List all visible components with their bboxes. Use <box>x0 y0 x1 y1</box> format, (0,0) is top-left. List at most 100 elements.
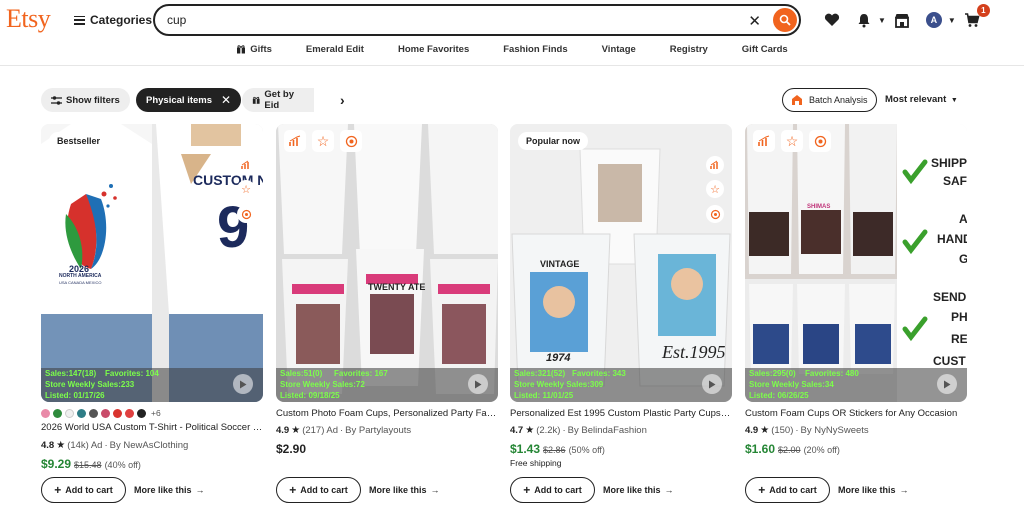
more-like-this-link[interactable]: More like this → <box>603 485 674 495</box>
sort-dropdown[interactable]: Most relevant ▼ <box>885 94 958 105</box>
sales-trend-button[interactable] <box>284 130 306 152</box>
product-card[interactable]: 2026 NORTH AMERICA USA CANADA MEXICO CUS… <box>41 124 263 510</box>
price-line: $9.29 $15.48 (40% off) <box>41 457 141 471</box>
discount: (40% off) <box>104 460 141 470</box>
product-title[interactable]: Custom Photo Foam Cups, Personalized Par… <box>276 408 498 419</box>
nav-label: Gifts <box>250 44 272 55</box>
product-image[interactable]: TWENTY ATE ☆ Sales:51(0) Favorites: 167 … <box>276 124 498 402</box>
trend-chart-icon <box>758 135 770 146</box>
nav-label: Vintage <box>601 44 636 55</box>
nav-fashion-finds[interactable]: Fashion Finds <box>486 40 584 65</box>
nav-label: Emerald Edit <box>305 44 364 55</box>
arrow-right-icon: → <box>664 485 674 495</box>
sales-trend-button[interactable] <box>706 156 724 174</box>
play-video-icon[interactable] <box>233 374 253 394</box>
favorites-heart-icon[interactable] <box>820 8 844 32</box>
shop-name[interactable]: By NyNySweets <box>801 425 869 436</box>
top-bar: Etsy Categories ✕ ▼ A ▼ 1 <box>0 0 1024 40</box>
target-button[interactable] <box>706 205 724 223</box>
swatch-black[interactable] <box>137 408 146 418</box>
image-text: VINTAGE <box>540 259 580 269</box>
more-like-this-link[interactable]: More like this → <box>134 485 205 495</box>
add-to-cart-label: Add to cart <box>65 485 113 495</box>
product-title[interactable]: Custom Foam Cups OR Stickers for Any Occ… <box>745 408 967 419</box>
sales-trend-button[interactable] <box>753 130 775 152</box>
more-like-this-link[interactable]: More like this → <box>369 485 440 495</box>
shop-name[interactable]: By Partylayouts <box>345 425 411 436</box>
more-like-this-link[interactable]: More like this → <box>838 485 909 495</box>
image-text: HAND <box>937 232 967 246</box>
separator: · <box>340 425 344 436</box>
sort-label: Most relevant <box>885 94 947 105</box>
sales-stat: Sales:295(0) <box>749 369 796 378</box>
swatch-green[interactable] <box>53 408 62 418</box>
target-icon <box>710 209 720 219</box>
play-video-icon[interactable] <box>702 374 722 394</box>
star-icon: ★ <box>56 440 66 451</box>
cart-button[interactable]: 1 <box>960 4 990 32</box>
shop-manager-icon[interactable] <box>890 8 914 32</box>
chevron-down-icon[interactable]: ▼ <box>948 16 956 25</box>
favorite-star-button[interactable]: ☆ <box>237 180 255 198</box>
product-title[interactable]: 2026 World USA Custom T-Shirt - Politica… <box>41 422 263 433</box>
play-video-icon[interactable] <box>468 374 488 394</box>
target-button[interactable] <box>237 205 255 223</box>
swatch-teal[interactable] <box>77 408 86 418</box>
favorites-stat: Favorites: 167 <box>334 369 388 378</box>
add-to-cart-button[interactable]: + Add to cart <box>510 477 595 503</box>
shop-name[interactable]: By NewAsClothing <box>110 440 189 451</box>
swatch-red[interactable] <box>113 408 122 418</box>
physical-items-chip[interactable]: Physical items ✕ <box>136 88 242 112</box>
product-card[interactable]: TWENTY ATE ☆ Sales:51(0) Favorites: 167 … <box>276 124 498 510</box>
sale-price: $1.60 <box>745 442 776 456</box>
account-avatar[interactable]: A <box>922 8 946 32</box>
nav-vintage[interactable]: Vintage <box>585 40 653 65</box>
get-by-eid-chip[interactable]: Get by Eid <box>242 88 314 112</box>
favorite-star-button[interactable]: ☆ <box>706 180 724 198</box>
product-image[interactable]: VINTAGE 1974 Est.1995 Popular now ☆ Sale… <box>510 124 732 402</box>
target-button[interactable] <box>809 130 831 152</box>
search-input[interactable] <box>167 13 727 27</box>
nav-registry[interactable]: Registry <box>653 40 725 65</box>
swatch-red-2[interactable] <box>125 408 134 418</box>
swatch-white[interactable] <box>65 408 74 418</box>
chevron-down-icon[interactable]: ▼ <box>878 16 886 25</box>
favorite-star-button[interactable]: ☆ <box>312 130 334 152</box>
product-card[interactable]: VINTAGE 1974 Est.1995 Popular now ☆ Sale… <box>510 124 732 510</box>
rating-value: 4.8 <box>41 440 55 451</box>
product-image[interactable]: SHIPP SAFE A HAND G SEND PH RE CUST SHIM… <box>745 124 967 402</box>
swatch-rose[interactable] <box>101 408 110 418</box>
target-button[interactable] <box>340 130 362 152</box>
product-title[interactable]: Personalized Est 1995 Custom Plastic Par… <box>510 408 732 419</box>
nav-gift-cards[interactable]: Gift Cards <box>725 40 805 65</box>
product-card[interactable]: SHIPP SAFE A HAND G SEND PH RE CUST SHIM… <box>745 124 967 510</box>
categories-button[interactable]: Categories <box>74 10 152 30</box>
batch-analysis-button[interactable]: Batch Analysis <box>782 88 877 112</box>
shop-name[interactable]: By BelindaFashion <box>568 425 647 436</box>
more-swatches[interactable]: +6 <box>151 408 161 418</box>
swatch-gray[interactable] <box>89 408 98 418</box>
clear-search-icon[interactable]: ✕ <box>748 12 761 30</box>
plus-icon: + <box>758 483 766 497</box>
search-button[interactable] <box>773 8 797 32</box>
product-image[interactable]: 2026 NORTH AMERICA USA CANADA MEXICO CUS… <box>41 124 263 402</box>
play-video-icon[interactable] <box>937 374 957 394</box>
notifications-bell-icon[interactable] <box>852 8 876 32</box>
etsy-logo[interactable]: Etsy <box>6 4 51 34</box>
add-to-cart-button[interactable]: + Add to cart <box>276 477 361 503</box>
show-filters-button[interactable]: Show filters <box>41 88 130 112</box>
nav-home-favorites[interactable]: Home Favorites <box>381 40 486 65</box>
remove-filter-icon[interactable]: ✕ <box>221 93 231 107</box>
chevron-right-icon[interactable]: › <box>340 92 345 108</box>
gift-icon <box>252 96 260 104</box>
swatch-pink[interactable] <box>41 408 50 418</box>
favorite-star-button[interactable]: ☆ <box>781 130 803 152</box>
nav-emerald-edit[interactable]: Emerald Edit <box>289 40 381 65</box>
add-to-cart-button[interactable]: + Add to cart <box>745 477 830 503</box>
sales-trend-button[interactable] <box>237 156 255 174</box>
nav-gifts[interactable]: Gifts <box>219 40 289 65</box>
add-to-cart-button[interactable]: + Add to cart <box>41 477 126 503</box>
review-count: (14k) <box>67 440 89 451</box>
sales-stats-overlay: Sales:321(52) Favorites: 343 Store Weekl… <box>510 368 732 402</box>
plus-icon: + <box>289 483 297 497</box>
